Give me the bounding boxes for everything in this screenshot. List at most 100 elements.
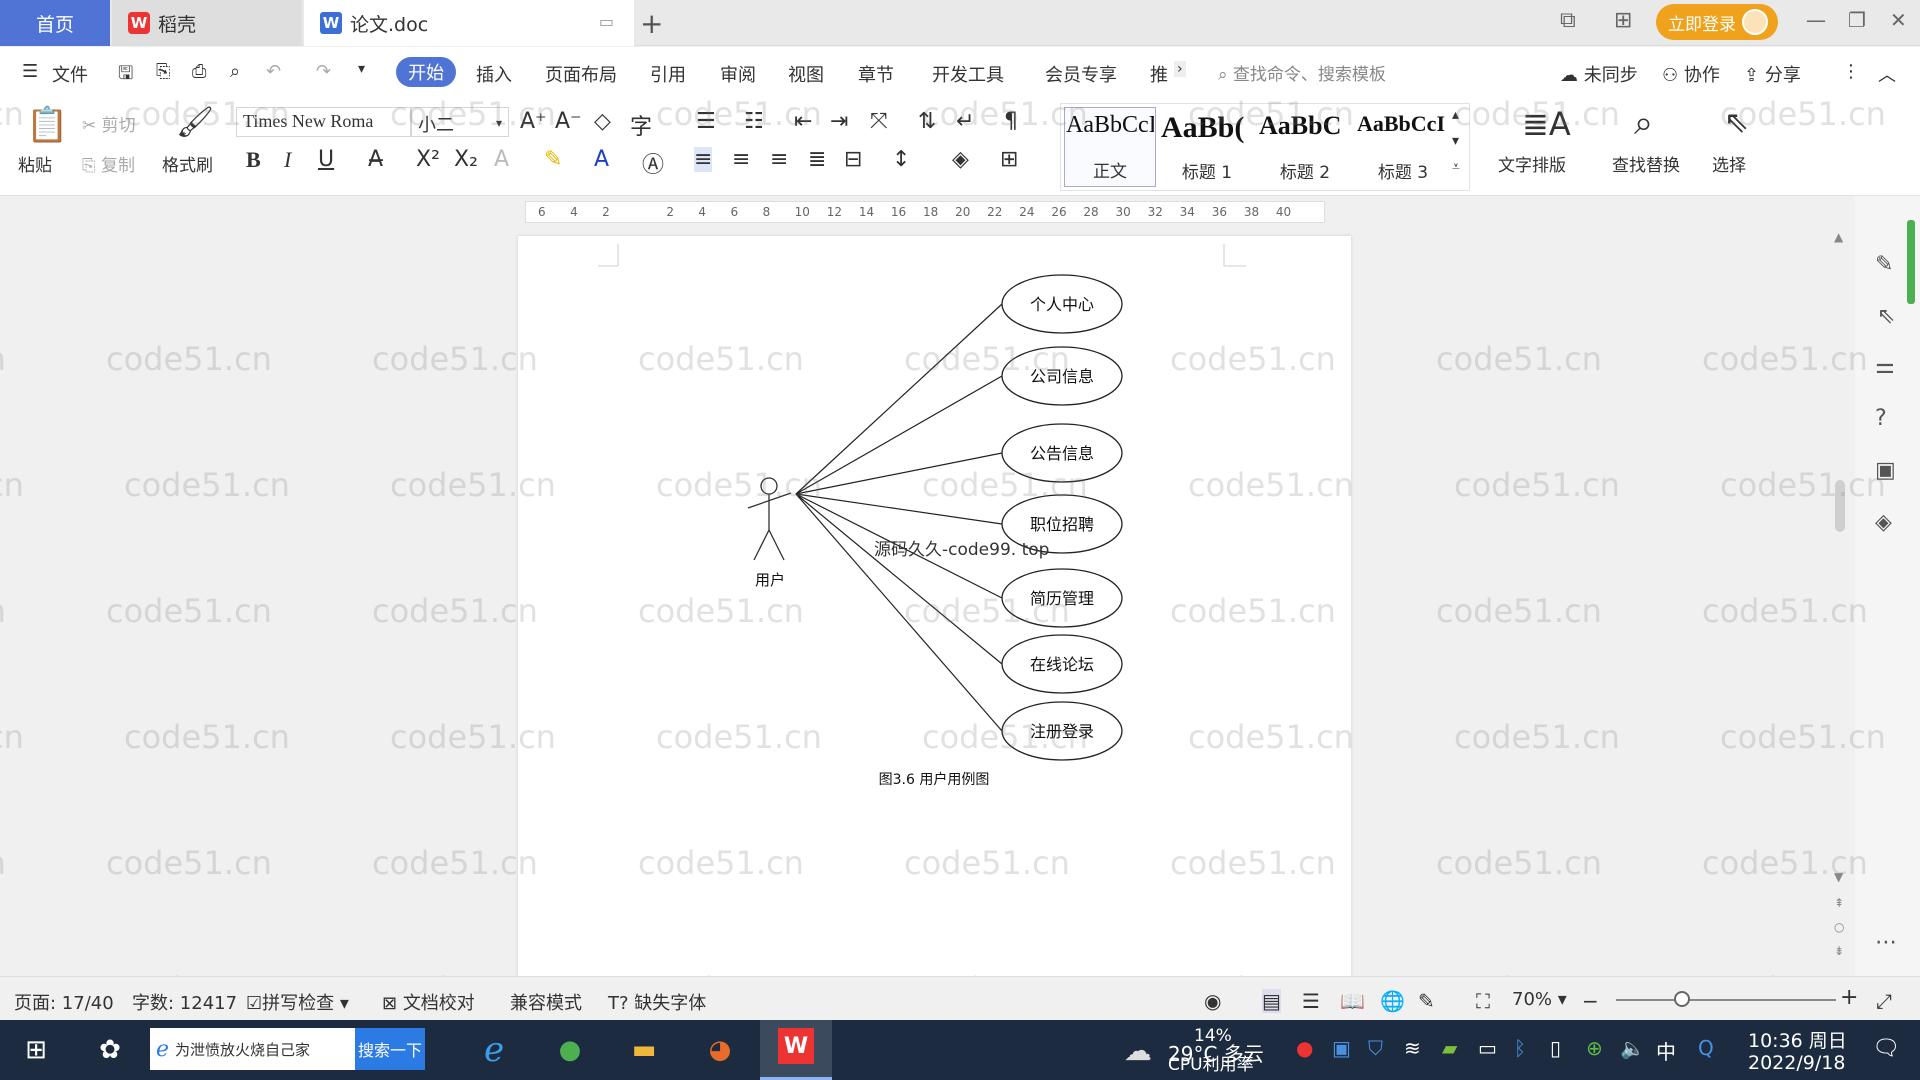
compass-icon[interactable]: ◈ xyxy=(1875,510,1892,535)
find-replace-icon[interactable]: ⌕ xyxy=(1634,103,1653,143)
format-painter-icon[interactable]: 🖌 xyxy=(176,105,214,140)
ime-indicator[interactable]: 中 xyxy=(1656,1036,1676,1065)
vertical-scrollbar[interactable]: ▲ ▼ ⇞ ○ ⇟ xyxy=(1832,230,1848,970)
scroll-down-icon[interactable]: ▼ xyxy=(1834,870,1843,884)
next-page-icon[interactable]: ⇟ xyxy=(1834,944,1844,958)
minimize-icon[interactable]: — xyxy=(1806,8,1826,32)
font-color-icon[interactable]: A xyxy=(594,147,609,172)
tab-document[interactable]: W 论文.doc ▭ xyxy=(304,0,634,46)
italic-icon[interactable]: I xyxy=(284,147,291,173)
subscript-icon[interactable]: X₂ xyxy=(454,147,478,172)
collapse-ribbon-icon[interactable]: ︿ xyxy=(1878,61,1896,87)
text-direction-icon[interactable]: ⤧ xyxy=(870,109,888,134)
windows-start-icon[interactable]: ⊞ xyxy=(14,1028,58,1072)
ie-browser-icon[interactable]: ℯ xyxy=(472,1028,516,1072)
battery-icon[interactable]: ▭ xyxy=(1478,1036,1497,1060)
phonetic-icon[interactable]: 字 xyxy=(630,109,652,141)
highlight-icon[interactable]: ✎ xyxy=(544,147,562,172)
copy-button[interactable]: ⎘ 复制 xyxy=(82,151,135,176)
browser-360-icon[interactable]: ● xyxy=(548,1028,592,1072)
prev-page-icon[interactable]: ⇞ xyxy=(1834,896,1844,910)
quick-access-dropdown-icon[interactable]: ▾ xyxy=(358,61,365,77)
more-options-icon[interactable]: ⋮ xyxy=(1842,61,1860,82)
layout-icon[interactable]: ⧉ xyxy=(1560,8,1576,33)
export-icon[interactable]: ⎘ xyxy=(156,61,170,82)
close-icon[interactable]: ✕ xyxy=(1890,8,1907,32)
style-heading-1[interactable]: AaBb( 标题 1 xyxy=(1160,107,1254,187)
read-view-icon[interactable]: 📖 xyxy=(1340,989,1365,1013)
redo-icon[interactable]: ↷ xyxy=(316,61,331,82)
collab-button[interactable]: ⚇ 协作 xyxy=(1662,61,1720,87)
paste-button[interactable]: 粘贴 xyxy=(18,151,52,176)
sync-status[interactable]: ☁ 未同步 xyxy=(1560,61,1638,87)
tray-bag-icon[interactable]: ▣ xyxy=(1332,1036,1351,1060)
align-left-icon[interactable]: ≡ xyxy=(694,147,713,172)
image-tool-icon[interactable]: ▣ xyxy=(1875,458,1896,483)
menu-scroll-right-icon[interactable]: › xyxy=(1174,61,1186,77)
zoom-in-icon[interactable]: + xyxy=(1840,985,1858,1010)
bold-icon[interactable]: B xyxy=(246,147,261,173)
qq-icon[interactable]: Q xyxy=(1698,1036,1714,1060)
missing-font-button[interactable]: T? 缺失字体 xyxy=(608,989,706,1015)
scroll-up-icon[interactable]: ▲ xyxy=(1834,230,1843,244)
horizontal-ruler[interactable]: 6 4 2 2 4 6 8 10 12 14 16 18 20 22 24 26 28 30 32 34 36 38 40 xyxy=(0,197,1920,227)
wifi-icon[interactable]: ≋ xyxy=(1404,1036,1421,1060)
nvidia-icon[interactable]: ▰ xyxy=(1442,1036,1457,1060)
style-heading-2[interactable]: AaBbC 标题 2 xyxy=(1258,107,1352,187)
new-tab-button[interactable]: + xyxy=(640,0,670,46)
command-search[interactable]: ⌕ 查找命令、搜索模板 xyxy=(1218,60,1386,85)
select-button[interactable]: 选择 xyxy=(1712,151,1746,176)
borders-icon[interactable]: ⊞ xyxy=(1000,147,1018,172)
menu-references[interactable]: 引用 xyxy=(650,61,686,87)
more-tools-icon[interactable]: ⋯ xyxy=(1875,930,1897,955)
tab-home[interactable]: 首页 xyxy=(0,0,110,46)
share-button[interactable]: ⇪ 分享 xyxy=(1744,61,1801,87)
tray-app-icon[interactable]: ● xyxy=(1296,1036,1313,1060)
text-layout-icon[interactable]: ≣A xyxy=(1522,105,1571,143)
text-layout-button[interactable]: 文字排版 xyxy=(1498,151,1566,176)
find-replace-button[interactable]: 查找替换 xyxy=(1612,151,1680,176)
menu-chapter[interactable]: 章节 xyxy=(858,61,894,87)
document-page[interactable]: 个人中心 公司信息 公告信息 职位招聘 简历管理 在线论坛 注册登录 用户 源码久久-cod… xyxy=(518,236,1351,976)
save-icon[interactable]: 🖫 xyxy=(118,61,133,91)
superscript-icon[interactable]: X² xyxy=(416,147,440,172)
menu-review[interactable]: 审阅 xyxy=(720,61,756,87)
bluetooth-icon[interactable]: ᛒ xyxy=(1514,1036,1526,1060)
cut-button[interactable]: ✂ 剪切 xyxy=(82,111,136,136)
paste-icon[interactable]: 📋 xyxy=(26,105,68,145)
justify-icon[interactable]: ≣ xyxy=(808,147,826,172)
format-painter-button[interactable]: 格式刷 xyxy=(162,151,213,176)
eye-protect-icon[interactable]: ◉ xyxy=(1204,989,1221,1013)
wps-taskbar-item[interactable]: W xyxy=(760,1020,832,1080)
preview-icon[interactable]: ⌕ xyxy=(230,61,240,82)
settings-sliders-icon[interactable]: ⚌ xyxy=(1875,354,1895,379)
zoom-out-icon[interactable]: − xyxy=(1582,989,1599,1013)
taskbar-search-button[interactable]: 搜索一下 xyxy=(355,1028,425,1070)
app-mascot-icon[interactable]: ◕ xyxy=(698,1028,742,1072)
zoom-level[interactable]: 70% ▾ xyxy=(1512,989,1567,1010)
zoom-slider-handle[interactable] xyxy=(1674,991,1690,1007)
menu-more[interactable]: 推 xyxy=(1150,61,1168,87)
menu-developer[interactable]: 开发工具 xyxy=(932,61,1004,87)
indent-icon[interactable]: ⇥ xyxy=(830,109,848,134)
font-shrink-icon[interactable]: A⁻ xyxy=(555,109,582,134)
bullet-list-icon[interactable]: ☰ xyxy=(696,109,716,134)
style-scroll-down-icon[interactable]: ▾ xyxy=(1452,133,1459,149)
fit-page-icon[interactable]: ⛶ xyxy=(1476,989,1490,1013)
help-icon[interactable]: ? xyxy=(1875,406,1887,431)
usb-icon[interactable]: ▯ xyxy=(1550,1036,1561,1060)
char-border-icon[interactable]: Ⓐ xyxy=(642,147,664,179)
fullscreen-icon[interactable]: ⤢ xyxy=(1876,989,1892,1013)
volume-icon[interactable]: 🔈 xyxy=(1620,1036,1645,1060)
show-marks-icon[interactable]: ¶ xyxy=(1004,109,1018,134)
cursor-icon[interactable]: ⇖ xyxy=(1877,304,1895,329)
menu-file[interactable]: 文件 xyxy=(52,61,88,87)
style-expand-icon[interactable]: ⩡ xyxy=(1452,159,1460,175)
scroll-thumb[interactable] xyxy=(1835,480,1845,532)
text-effect-icon[interactable]: A xyxy=(494,147,509,172)
menu-member[interactable]: 会员专享 xyxy=(1045,61,1117,87)
menu-insert[interactable]: 插入 xyxy=(476,61,512,87)
login-button[interactable]: 立即登录 xyxy=(1656,4,1778,40)
taskbar-search[interactable]: ℯ 为泄愤放火烧自己家 搜索一下 xyxy=(150,1028,425,1070)
notification-icon[interactable]: 🗨 xyxy=(1872,1036,1900,1061)
